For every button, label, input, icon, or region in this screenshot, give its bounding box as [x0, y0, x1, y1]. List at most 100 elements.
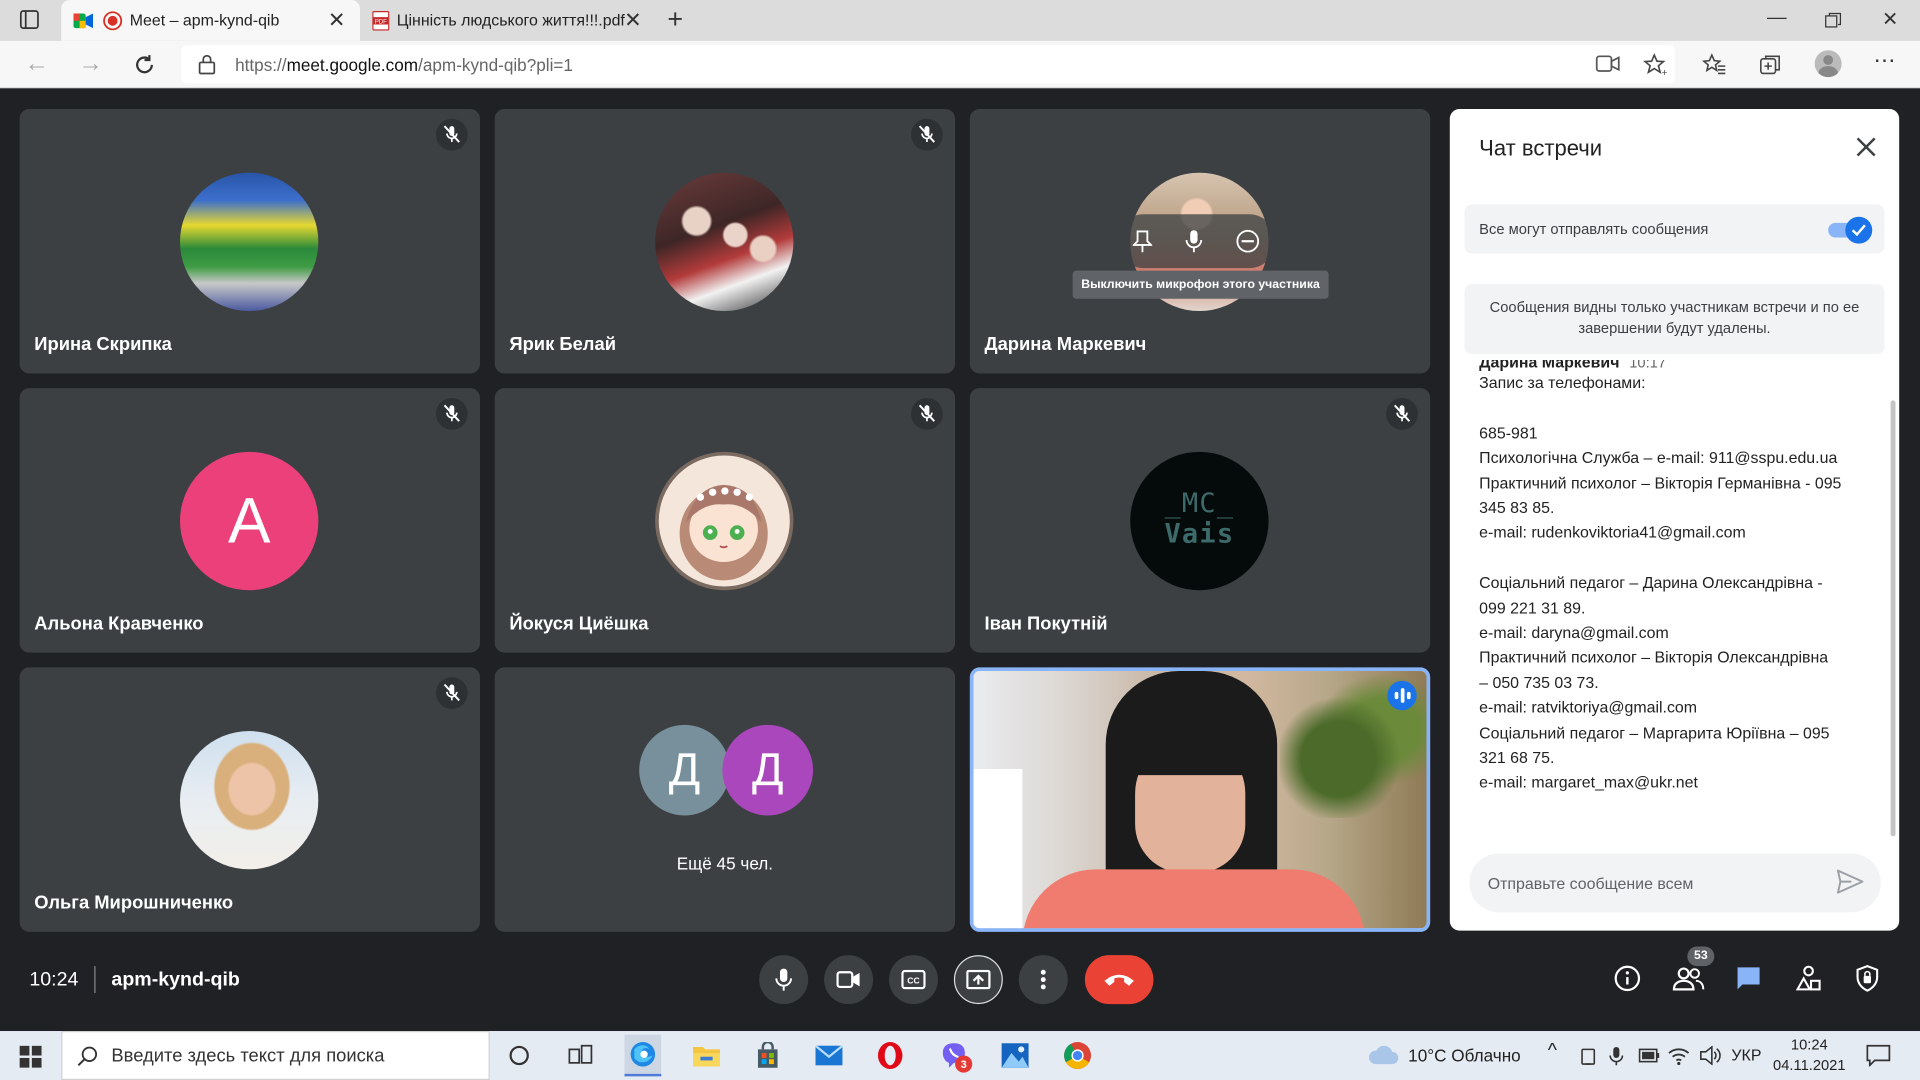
avatar-initial: Д	[668, 743, 701, 796]
collections-icon[interactable]	[1758, 53, 1782, 77]
participant-tile[interactable]: Йокуся Циёшка	[494, 388, 956, 653]
svg-text:+: +	[1662, 68, 1668, 77]
message-line: 099 221 31 89.	[1479, 598, 1586, 617]
pin-icon[interactable]	[1133, 229, 1153, 253]
taskbar-search[interactable]: Введите здесь текст для поиска	[61, 1031, 490, 1080]
participant-name: Йокуся Циёшка	[509, 613, 649, 635]
input-language[interactable]: УКР	[1731, 1046, 1761, 1064]
taskbar-explorer[interactable]	[688, 1038, 725, 1072]
chat-icon[interactable]	[1735, 965, 1762, 992]
mute-participant-icon[interactable]	[1185, 229, 1203, 253]
participant-tile[interactable]: _MC_ Vais Іван Покутній	[969, 388, 1431, 653]
refresh-icon[interactable]	[132, 53, 156, 77]
volume-icon[interactable]	[1700, 1045, 1722, 1066]
message-line: e-mail: ratviktoriya@gmail.com	[1479, 698, 1698, 717]
device-icon[interactable]	[1580, 1047, 1597, 1067]
profile-avatar[interactable]	[1814, 50, 1842, 78]
chat-scrollbar[interactable]	[1890, 400, 1896, 837]
chrome-icon	[1064, 1042, 1092, 1069]
more-options-button[interactable]	[1018, 955, 1068, 1005]
microphone-in-use-icon[interactable]	[1609, 1046, 1624, 1067]
camera-in-use-icon[interactable]	[1595, 55, 1620, 72]
participant-name: Ирина Скрипка	[34, 334, 172, 356]
message-line: Запис за телефонами:	[1479, 373, 1646, 392]
others-tile[interactable]: Д Д Ещё 45 чел.	[494, 667, 956, 932]
allow-messages-toggle[interactable]	[1828, 216, 1873, 244]
task-view-icon[interactable]	[568, 1044, 593, 1066]
screen: Meet – apm-kynd-qib ✕ PDF Цінність людсь…	[0, 0, 1920, 1080]
cloud-icon	[1368, 1045, 1399, 1065]
search-icon	[77, 1046, 98, 1066]
taskbar-photos[interactable]	[997, 1038, 1034, 1072]
avatar	[655, 172, 794, 312]
close-window-icon[interactable]: ✕	[1882, 7, 1898, 31]
self-video-tile[interactable]: Вы	[969, 667, 1431, 932]
minimize-icon[interactable]: —	[1767, 7, 1787, 29]
present-button[interactable]	[953, 955, 1003, 1005]
tab-actions-icon[interactable]	[19, 10, 40, 30]
windows-start-icon[interactable]	[19, 1045, 42, 1068]
people-icon[interactable]	[1672, 965, 1705, 992]
participant-tile[interactable]: Выключить микрофон этого участника Дарин…	[969, 108, 1431, 374]
notifications-icon[interactable]	[1866, 1044, 1891, 1067]
mic-off-icon	[435, 118, 468, 151]
participant-name: Альона Кравченко	[34, 613, 204, 635]
participant-tile[interactable]: Ирина Скрипка	[19, 108, 481, 374]
windows-taskbar: Введите здесь текст для поиска 3 10°C Об…	[0, 1031, 1920, 1080]
avatar: Д	[639, 724, 730, 816]
taskbar-edge[interactable]	[624, 1034, 662, 1077]
restore-icon[interactable]	[1824, 12, 1842, 29]
chat-input-placeholder: Отправьте сообщение всем	[1487, 874, 1694, 893]
settings-more-icon[interactable]: ⋯	[1873, 48, 1895, 74]
weather-label[interactable]: 10°C Облачно	[1408, 1046, 1521, 1066]
new-tab-icon[interactable]: +	[667, 4, 683, 36]
url-field[interactable]: https://meet.google.com/apm-kynd-qib?pli…	[181, 45, 1676, 84]
microphone-button[interactable]	[759, 955, 809, 1005]
taskbar-viber[interactable]: 3	[936, 1038, 973, 1073]
store-icon	[757, 1042, 778, 1068]
participant-tile[interactable]: Ольга Мирошниченко	[19, 667, 481, 932]
avatar-initial: А	[227, 485, 271, 557]
avatar-initial: Д	[751, 743, 784, 796]
camera-button[interactable]	[824, 955, 874, 1005]
battery-icon[interactable]	[1638, 1048, 1660, 1063]
send-icon[interactable]	[1836, 869, 1864, 894]
leave-call-button[interactable]	[1084, 955, 1154, 1005]
close-chat-icon[interactable]	[1855, 136, 1877, 158]
system-clock[interactable]: 10:24 04.11.2021	[1773, 1035, 1845, 1077]
chat-input[interactable]: Отправьте сообщение всем	[1469, 853, 1881, 913]
participant-tile[interactable]: Ярик Белай	[494, 108, 956, 374]
activities-icon[interactable]	[1795, 965, 1822, 992]
back-icon[interactable]: ←	[24, 50, 48, 78]
taskbar-chrome[interactable]	[1059, 1038, 1096, 1072]
participant-tile[interactable]: А Альона Кравченко	[19, 388, 481, 653]
mic-off-icon	[435, 397, 468, 430]
favorite-add-icon[interactable]: +	[1643, 53, 1668, 77]
cortana-icon[interactable]	[508, 1044, 530, 1066]
participant-hover-actions	[1116, 214, 1276, 269]
tab-pdf[interactable]: PDF Цінність людського життя!!!.pdf ✕	[362, 0, 656, 40]
captions-button[interactable]: CC	[888, 955, 938, 1005]
avatar	[655, 451, 794, 591]
show-hidden-icons-icon[interactable]: ^	[1548, 1041, 1557, 1063]
host-controls-icon[interactable]	[1855, 965, 1879, 992]
avatar-text: _MC_	[1164, 488, 1235, 520]
taskbar-opera[interactable]	[872, 1038, 909, 1072]
favorites-icon[interactable]	[1702, 53, 1726, 77]
meeting-details-icon[interactable]	[1614, 965, 1641, 992]
participant-name: Вы	[988, 888, 1018, 910]
close-tab-icon[interactable]: ✕	[624, 9, 641, 33]
taskbar-mail[interactable]	[811, 1038, 848, 1072]
wifi-icon[interactable]	[1668, 1046, 1690, 1066]
taskbar-store[interactable]	[749, 1038, 786, 1072]
avatar: А	[180, 451, 319, 591]
chat-messages[interactable]: Дарина Маркевич 10:17 Запис за телефонами…	[1479, 360, 1883, 838]
participant-name: Ярик Белай	[509, 334, 616, 356]
remove-participant-icon[interactable]	[1235, 229, 1259, 253]
tab-meet[interactable]: Meet – apm-kynd-qib ✕	[61, 0, 361, 41]
forward-icon[interactable]: →	[78, 50, 102, 78]
close-tab-icon[interactable]: ✕	[328, 9, 345, 33]
avatar-text: Vais	[1164, 519, 1235, 550]
mic-off-icon	[911, 118, 943, 151]
lock-icon[interactable]	[198, 54, 216, 75]
